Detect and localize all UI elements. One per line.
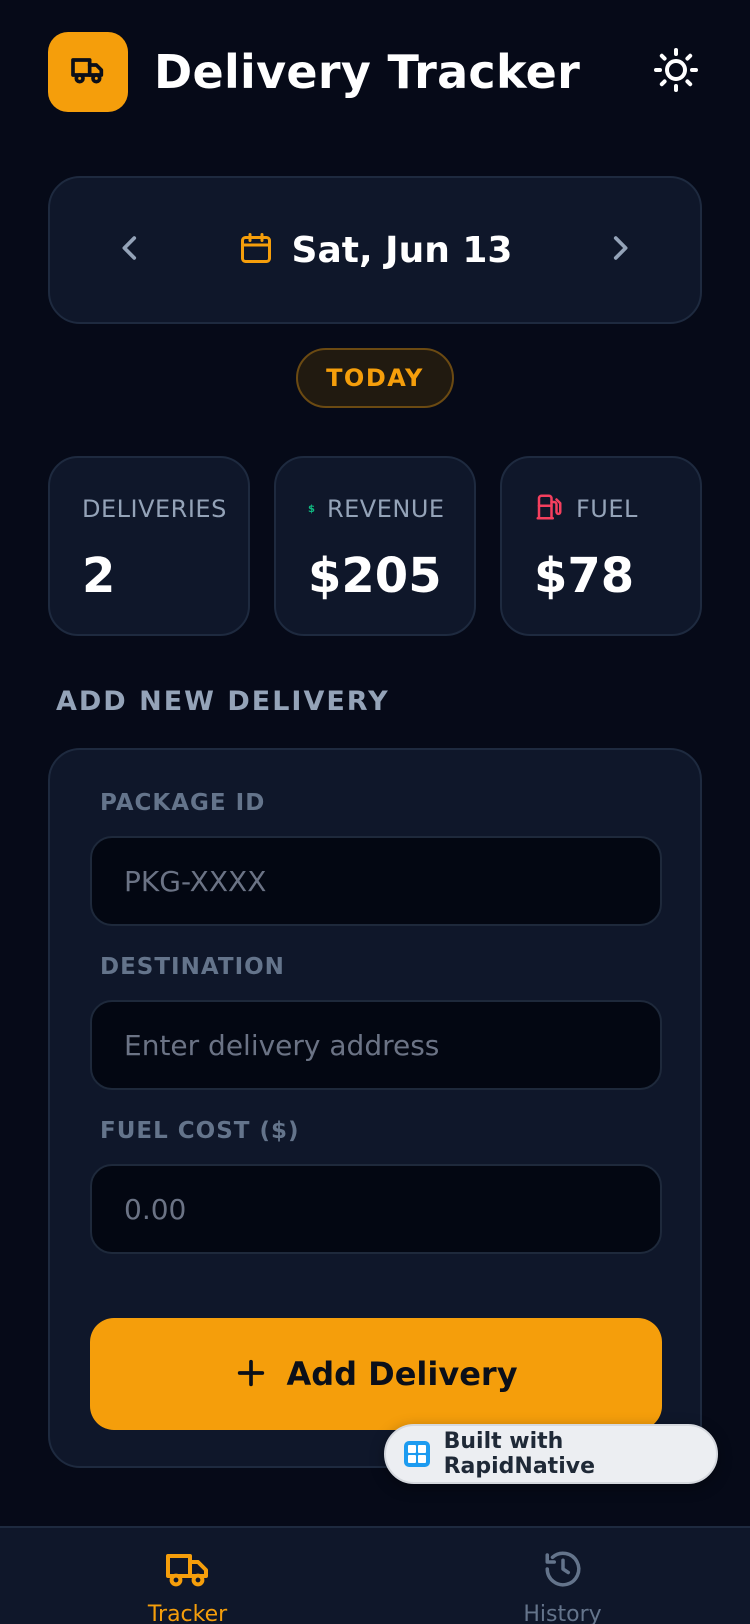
tab-history[interactable]: History [375,1528,750,1624]
date-display[interactable]: Sat, Jun 13 [238,229,513,271]
package-id-label: PACKAGE ID [100,790,266,816]
truck-icon [68,50,108,94]
app-screen: Delivery Tracker Sat, Jun 13 TODAY DELIV… [0,0,750,1624]
add-delivery-button[interactable]: Add Delivery [90,1318,662,1430]
built-with-label: Built with RapidNative [443,1429,595,1479]
stat-label: FUEL [576,495,638,523]
destination-label: DESTINATION [100,954,285,980]
history-icon [540,1548,586,1594]
chevron-right-icon [603,231,637,269]
truck-icon [164,1548,212,1594]
date-navigator: Sat, Jun 13 [48,176,702,324]
fuel-cost-label: FUEL COST ($) [100,1118,300,1144]
next-day-button[interactable] [598,228,642,272]
section-title: ADD NEW DELIVERY [56,686,390,717]
stat-value: 2 [82,548,116,604]
prev-day-button[interactable] [108,228,152,272]
stat-value: $205 [308,548,442,604]
stat-card-deliveries: DELIVERIES 2 [48,456,250,636]
stat-card-revenue: $ REVENUE $205 [274,456,476,636]
date-label: Sat, Jun 13 [291,229,513,271]
dollar-icon: $ [308,503,315,515]
fuel-pump-icon [534,491,564,527]
calendar-icon [238,230,274,270]
header: Delivery Tracker [48,32,702,112]
chevron-left-icon [113,231,147,269]
stat-label: DELIVERIES [82,495,227,523]
tab-tracker[interactable]: Tracker [0,1528,375,1624]
bottom-tab-bar: Tracker History [0,1526,750,1624]
app-title: Delivery Tracker [154,45,581,99]
plus-icon [234,1356,268,1393]
rapidnative-logo-icon [404,1441,430,1467]
fuel-cost-input[interactable] [90,1164,662,1254]
sun-icon [652,46,700,98]
stat-value: $78 [534,548,635,604]
stat-card-fuel: FUEL $78 [500,456,702,636]
add-delivery-label: Add Delivery [286,1355,518,1393]
tab-label: History [523,1602,602,1624]
stats-row: DELIVERIES 2 $ REVENUE $205 FUEL $78 [48,456,702,636]
add-delivery-form: PACKAGE ID DESTINATION FUEL COST ($) Add… [48,748,702,1468]
package-id-input[interactable] [90,836,662,926]
theme-toggle-button[interactable] [650,46,702,98]
app-logo [48,32,128,112]
today-badge[interactable]: TODAY [296,348,454,408]
destination-input[interactable] [90,1000,662,1090]
tab-label: Tracker [147,1602,228,1624]
stat-label: REVENUE [326,495,445,523]
built-with-badge[interactable]: Built with RapidNative [384,1424,718,1484]
